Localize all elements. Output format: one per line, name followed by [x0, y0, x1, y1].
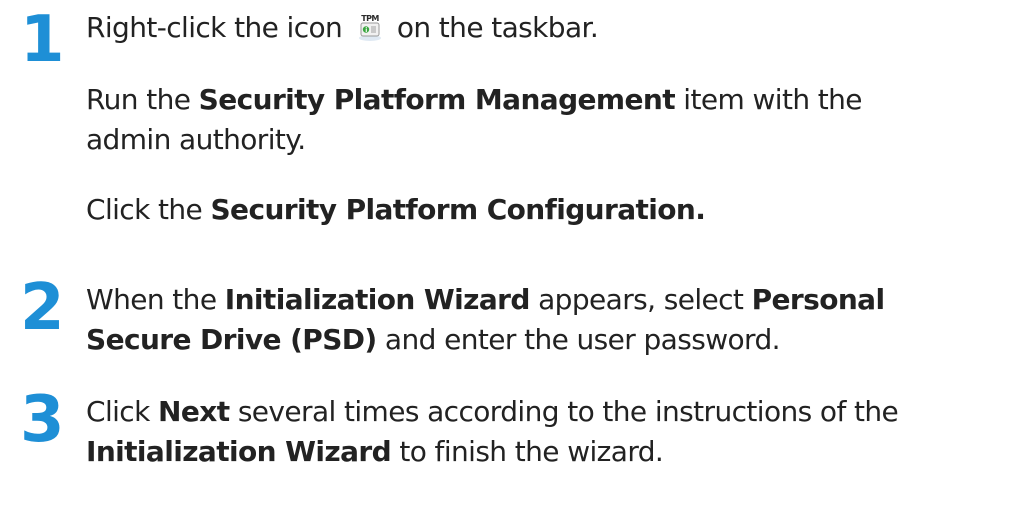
step-3-text: Click Next several times according to th… [86, 392, 1016, 472]
step-1-line-1-text: Right-click the icon [86, 11, 351, 44]
step-2-line-1-mid: appears, select [529, 283, 752, 316]
step-1-line-2-start: Run the [86, 83, 199, 116]
initialization-wizard-label-2: Initialization Wizard [86, 435, 392, 468]
step-1-line-4: Click the Security Platform Configuratio… [86, 190, 1016, 230]
step-1-line-2: Run the Security Platform Management ite… [86, 80, 1016, 160]
step-1-line-1-end: on the taskbar. [388, 11, 599, 44]
initialization-wizard-label: Initialization Wizard [224, 283, 531, 316]
step-2-number: 2 [20, 271, 65, 345]
personal-label: Personal [751, 283, 885, 316]
step-3-line-1-start: Click [86, 395, 159, 428]
security-platform-management-label: Security Platform Management [198, 83, 676, 116]
step-2-line-2-end: and enter the user password. [376, 323, 781, 356]
step-1-line-1: Right-click the icon TPM i on the taskba… [86, 8, 1016, 48]
step-3-number: 3 [20, 383, 65, 457]
svg-text:TPM: TPM [361, 14, 379, 23]
step-1-line-2-end: item with the [675, 83, 862, 116]
step-2-line-1-start: When the [86, 283, 225, 316]
step-1-number: 1 [20, 3, 65, 77]
step-2-text: When the Initialization Wizard appears, … [86, 280, 1016, 360]
step-3-line-2-end: to finish the wizard. [391, 435, 664, 468]
step-1-line-4-start: Click the [86, 193, 211, 226]
next-label: Next [158, 395, 230, 428]
secure-drive-psd-label: Secure Drive (PSD) [86, 323, 377, 356]
step-3-line-1-end: several times according to the instructi… [229, 395, 899, 428]
step-1-line-3: admin authority. [86, 123, 306, 156]
security-platform-configuration-label: Security Platform Configuration. [210, 193, 706, 226]
tpm-icon: TPM i [357, 11, 383, 41]
